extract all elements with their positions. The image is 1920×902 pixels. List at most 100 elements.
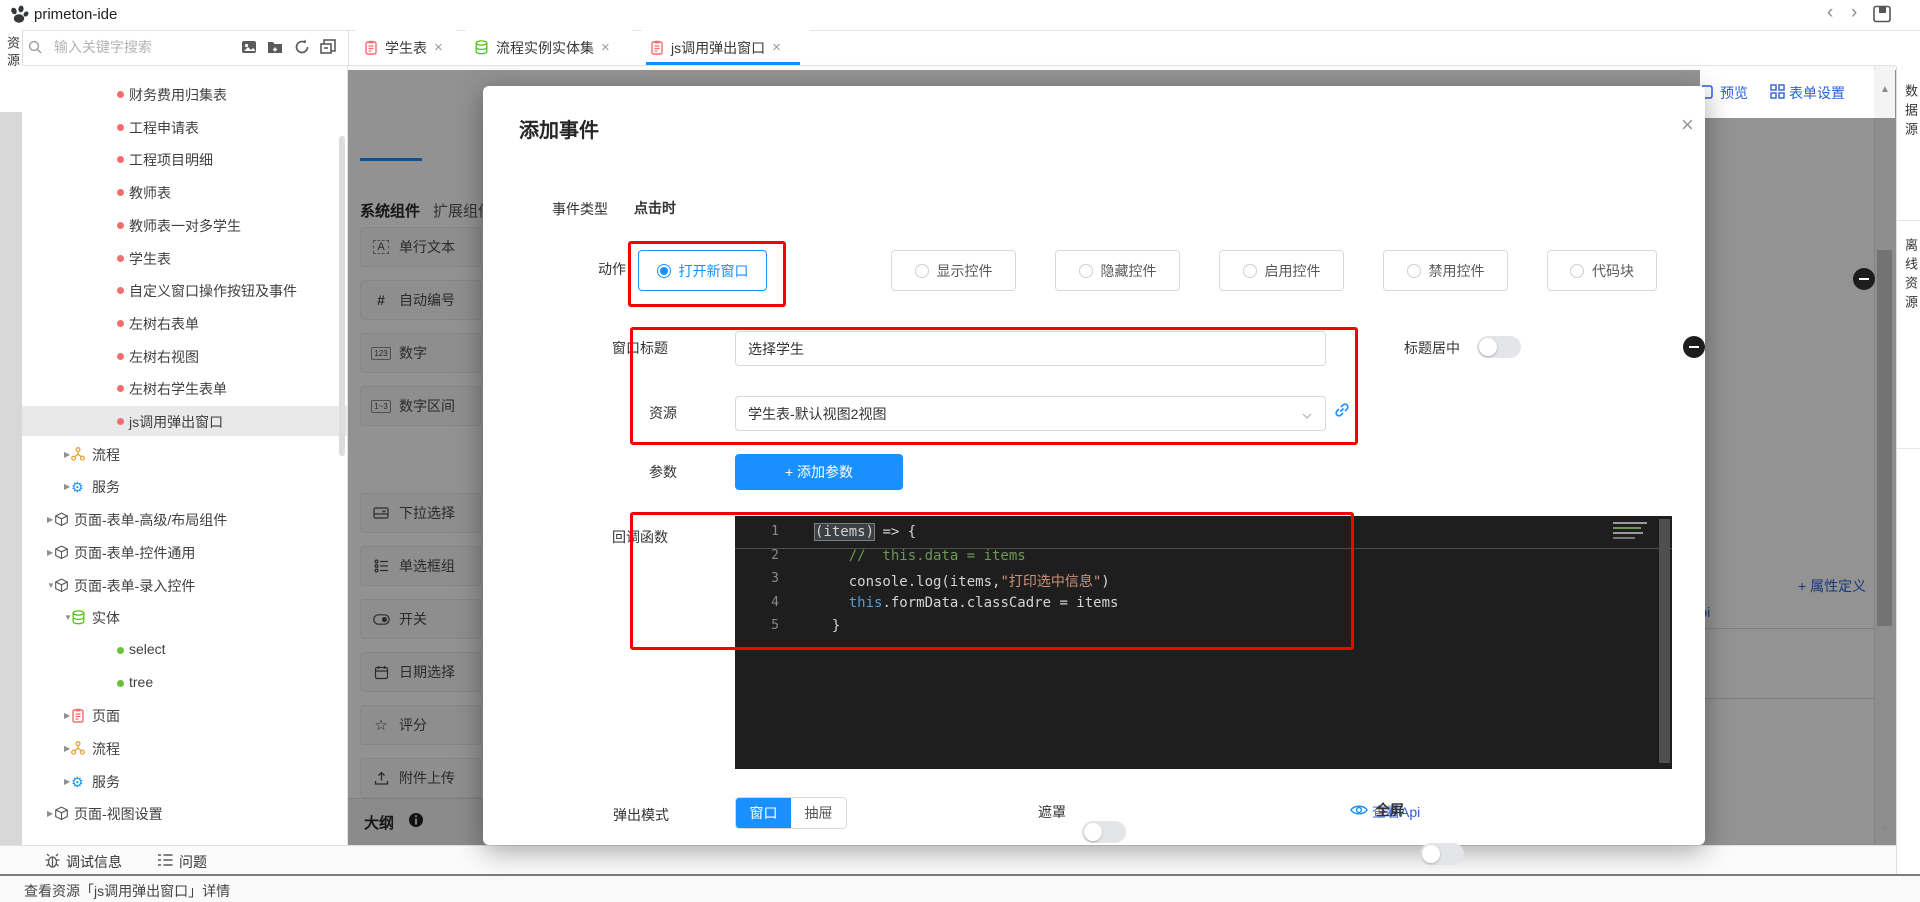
tree-item-实体[interactable]: ▼实体 (22, 602, 347, 632)
debug-info-button[interactable]: 调试信息 (66, 852, 122, 872)
radio-icon[interactable] (1407, 264, 1421, 278)
problems-icon (157, 853, 173, 870)
import-resource-icon[interactable] (240, 38, 260, 58)
tree-item-label: 学生表 (129, 249, 171, 269)
scroll-down-icon[interactable]: ▼ (1880, 824, 1890, 835)
tree-item-label: 左树右视图 (129, 347, 199, 367)
tree-item-label: 自定义窗口操作按钮及事件 (129, 281, 297, 301)
eye-icon (1350, 803, 1368, 820)
tree-item-页面-表单-控件通用[interactable]: ▶页面-表单-控件通用 (22, 537, 347, 567)
tree-item-教师表[interactable]: 教师表 (22, 177, 347, 207)
title-center-toggle[interactable] (1477, 336, 1521, 358)
tree-item-页面-视图设置[interactable]: ▶页面-视图设置 (22, 798, 347, 828)
chevron-collapsed-icon[interactable]: ▶ (64, 744, 70, 753)
tree-item-页面[interactable]: ▶页面 (22, 700, 347, 730)
gear-icon: ⚙ (71, 774, 84, 791)
tab-js调用弹出窗口[interactable]: js调用弹出窗口 × (642, 30, 810, 65)
action-option-隐藏控件[interactable]: 隐藏控件 (1055, 250, 1180, 291)
chevron-collapsed-icon[interactable]: ▶ (64, 450, 70, 459)
tree-item-页面-表单-高级/布局组件[interactable]: ▶页面-表单-高级/布局组件 (22, 504, 347, 534)
mask-toggle[interactable] (1082, 821, 1126, 843)
radio-icon[interactable] (1570, 264, 1584, 278)
editor-scrollbar-thumb[interactable] (1659, 519, 1670, 763)
tree-item-js调用弹出窗口[interactable]: js调用弹出窗口 (22, 406, 347, 436)
tree-item-tree[interactable]: tree (22, 668, 347, 698)
tree-item-教师表一对多学生[interactable]: 教师表一对多学生 (22, 210, 347, 240)
explorer-search[interactable] (28, 38, 233, 60)
fullscreen-label: 全屏 (1376, 800, 1404, 820)
app-root: primeton-ide ‹ › 资源 学生表×流程实例实体集×js调用弹出窗口… (0, 0, 1920, 902)
tree-item-工程项目明细[interactable]: 工程项目明细 (22, 144, 347, 174)
nav-forward-button[interactable]: › (1851, 2, 1857, 24)
action-option-label: 代码块 (1592, 261, 1634, 281)
popup-mode-drawer[interactable]: 抽屉 (791, 798, 846, 828)
chevron-collapsed-icon[interactable]: ▶ (64, 482, 70, 491)
new-folder-icon[interactable] (266, 38, 286, 58)
tree-item-服务[interactable]: ▶⚙服务 (22, 471, 347, 501)
tab-流程实例实体集[interactable]: 流程实例实体集× (466, 30, 632, 65)
action-option-label: 禁用控件 (1429, 261, 1485, 281)
collapse-panels-icon[interactable] (319, 38, 339, 58)
right-rail-offline[interactable]: 离线资源 (1901, 238, 1920, 314)
popup-mode-label: 弹出模式 (613, 805, 669, 825)
add-param-button[interactable]: + 添加参数 (735, 454, 903, 490)
modal-close-icon[interactable]: × (1681, 112, 1694, 138)
right-rail-datasource[interactable]: 数据源 (1901, 84, 1920, 141)
annotation-minus-badge (1683, 336, 1705, 358)
tree-item-label: 实体 (92, 608, 120, 628)
tree-item-左树右学生表单[interactable]: 左树右学生表单 (22, 373, 347, 403)
popup-mode-window[interactable]: 窗口 (736, 798, 791, 828)
tab-label: 学生表 (385, 38, 427, 58)
tree-scrollbar[interactable] (339, 136, 345, 456)
app-logo-icon (9, 5, 29, 28)
tree-item-左树右表单[interactable]: 左树右表单 (22, 308, 347, 338)
form-settings-link[interactable]: 表单设置 (1789, 83, 1845, 103)
nav-back-button[interactable]: ‹ (1827, 2, 1833, 24)
tree-item-财务费用归集表[interactable]: 财务费用归集表 (22, 79, 347, 109)
fullscreen-toggle[interactable] (1420, 843, 1464, 865)
radio-icon[interactable] (915, 264, 929, 278)
tree-item-工程申请表[interactable]: 工程申请表 (22, 112, 347, 142)
tree-item-服务[interactable]: ▶⚙服务 (22, 766, 347, 796)
search-icon (28, 41, 46, 57)
action-option-禁用控件[interactable]: 禁用控件 (1383, 250, 1508, 291)
preview-link[interactable]: 预览 (1720, 83, 1748, 103)
refresh-icon[interactable] (293, 38, 313, 58)
chevron-collapsed-icon[interactable]: ▶ (47, 515, 53, 524)
search-input[interactable] (52, 38, 231, 56)
chevron-collapsed-icon[interactable]: ▶ (47, 548, 53, 557)
right-rail: 数据源 离线资源 (1896, 66, 1920, 874)
scroll-up-icon[interactable]: ▲ (1880, 84, 1890, 95)
action-option-启用控件[interactable]: 启用控件 (1219, 250, 1344, 291)
cube-icon (54, 545, 69, 563)
cube-icon (54, 806, 69, 824)
tree-item-左树右视图[interactable]: 左树右视图 (22, 341, 347, 371)
tab-label: js调用弹出窗口 (671, 38, 765, 58)
form-icon (71, 708, 85, 726)
problems-button[interactable]: 问题 (179, 852, 207, 872)
gear-icon: ⚙ (71, 479, 84, 496)
chevron-collapsed-icon[interactable]: ▶ (64, 777, 70, 786)
radio-icon[interactable] (1079, 264, 1093, 278)
radio-icon[interactable] (1243, 264, 1257, 278)
tree-item-页面-表单-录入控件[interactable]: ▼页面-表单-录入控件 (22, 570, 347, 600)
action-option-显示控件[interactable]: 显示控件 (891, 250, 1016, 291)
title-bar: primeton-ide ‹ › (0, 0, 1920, 31)
action-option-代码块[interactable]: 代码块 (1547, 250, 1657, 291)
tab-close-icon[interactable]: × (434, 39, 443, 56)
cube-icon (54, 578, 69, 596)
chevron-collapsed-icon[interactable]: ▶ (47, 809, 53, 818)
chevron-collapsed-icon[interactable]: ▶ (64, 711, 70, 720)
tab-close-icon[interactable]: × (601, 39, 610, 56)
tree-item-select[interactable]: select (22, 635, 347, 665)
tab-学生表[interactable]: 学生表 × (356, 30, 456, 65)
tree-item-流程[interactable]: ▶流程 (22, 439, 347, 469)
tree-item-流程[interactable]: ▶流程 (22, 733, 347, 763)
annotation-box-callback (630, 512, 1354, 650)
form-settings-icon (1770, 84, 1785, 102)
tree-item-学生表[interactable]: 学生表 (22, 243, 347, 273)
action-label: 动作 (598, 259, 626, 279)
tree-item-自定义窗口操作按钮及事件[interactable]: 自定义窗口操作按钮及事件 (22, 275, 347, 305)
save-layout-icon[interactable] (1872, 4, 1893, 28)
tab-close-icon[interactable]: × (772, 39, 781, 56)
